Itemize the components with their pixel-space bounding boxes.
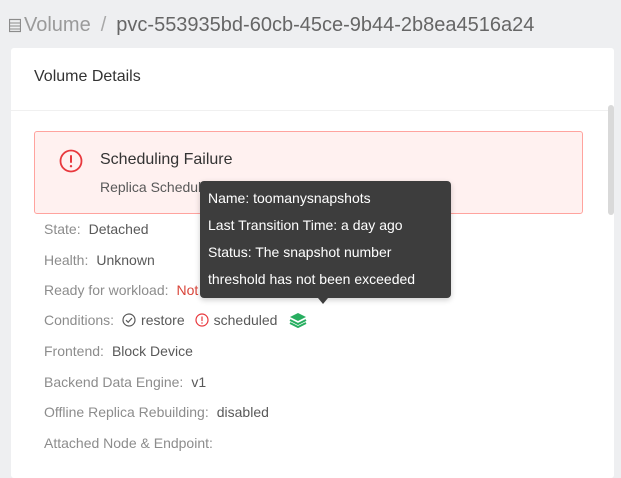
check-circle-icon bbox=[122, 313, 136, 327]
condition-tooltip: Name: toomanysnapshots Last Transition T… bbox=[200, 181, 451, 298]
state-label: State: bbox=[44, 221, 81, 237]
condition-restore-label: restore bbox=[141, 312, 185, 328]
breadcrumb-current: pvc-553935bd-60cb-45ce-9b44-2b8ea4516a24 bbox=[116, 13, 535, 36]
offline-rebuild-field: Offline Replica Rebuilding: disabled bbox=[44, 404, 269, 420]
exclamation-circle-icon bbox=[195, 313, 209, 327]
layers-icon[interactable] bbox=[289, 312, 307, 328]
breadcrumb-separator: / bbox=[100, 13, 107, 36]
conditions-field: Conditions: restore scheduled bbox=[44, 312, 307, 328]
offline-rebuild-label: Offline Replica Rebuilding: bbox=[44, 404, 209, 420]
frontend-label: Frontend: bbox=[44, 343, 104, 359]
exclamation-circle-icon bbox=[59, 149, 83, 173]
conditions-label: Conditions: bbox=[44, 312, 115, 328]
condition-scheduled-label: scheduled bbox=[213, 312, 278, 328]
attached-label: Attached Node & Endpoint: bbox=[44, 435, 213, 451]
engine-value: v1 bbox=[191, 374, 207, 390]
alert-title: Scheduling Failure bbox=[100, 151, 233, 168]
tooltip-arrow bbox=[318, 298, 328, 304]
frontend-value: Block Device bbox=[111, 343, 193, 359]
tooltip-name: Name: toomanysnapshots bbox=[208, 190, 371, 206]
state-field: State: Detached bbox=[44, 221, 149, 237]
tooltip-status-cont: threshold has not been exceeded bbox=[208, 271, 416, 287]
offline-rebuild-value: disabled bbox=[216, 404, 269, 420]
scrollbar-thumb[interactable] bbox=[608, 105, 614, 215]
attached-field: Attached Node & Endpoint: bbox=[44, 435, 221, 451]
condition-restore[interactable]: restore bbox=[122, 312, 185, 328]
health-field: Health: Unknown bbox=[44, 252, 155, 268]
frontend-field: Frontend: Block Device bbox=[44, 343, 193, 359]
condition-scheduled[interactable]: scheduled bbox=[195, 312, 278, 328]
card-title: Volume Details bbox=[34, 68, 141, 85]
health-label: Health: bbox=[44, 252, 89, 268]
engine-label: Backend Data Engine: bbox=[44, 374, 184, 390]
health-value: Unknown bbox=[96, 252, 155, 268]
breadcrumb: Volume / pvc-553935bd-60cb-45ce-9b44-2b8… bbox=[9, 10, 534, 40]
breadcrumb-volume-link[interactable]: Volume bbox=[24, 14, 91, 37]
card-divider bbox=[11, 110, 614, 111]
tooltip-status: Status: The snapshot number bbox=[208, 244, 392, 260]
state-value: Detached bbox=[88, 221, 149, 237]
tooltip-transition-time: Last Transition Time: a day ago bbox=[208, 217, 403, 233]
engine-field: Backend Data Engine: v1 bbox=[44, 374, 206, 390]
ready-label: Ready for workload: bbox=[44, 282, 169, 298]
volume-icon bbox=[9, 18, 21, 33]
